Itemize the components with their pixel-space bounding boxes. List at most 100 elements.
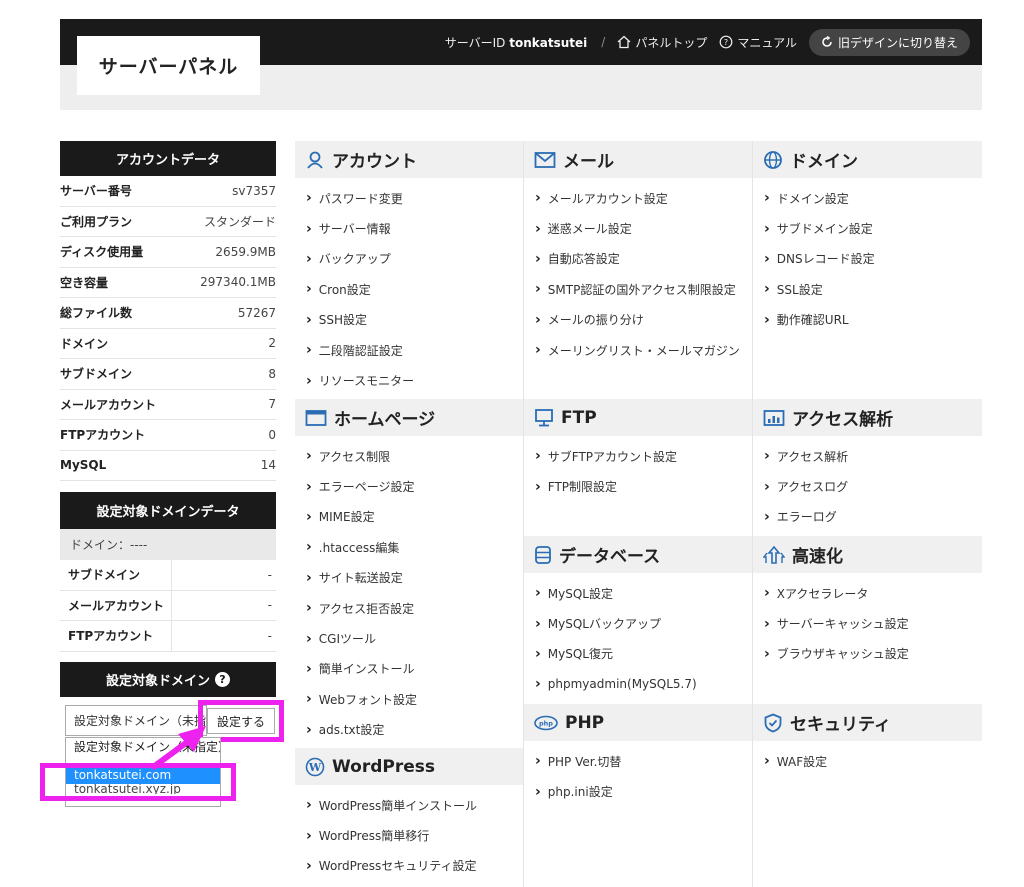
svg-text:php: php bbox=[539, 719, 553, 727]
menu-link[interactable]: ドメイン設定 bbox=[753, 183, 982, 213]
menu-link[interactable]: SMTP認証の国外アクセス制限設定 bbox=[524, 274, 752, 304]
menu-link[interactable]: phpmyadmin(MySQL5.7) bbox=[524, 669, 752, 699]
menu-link[interactable]: リソースモニター bbox=[295, 365, 523, 395]
menu-link[interactable]: MIME設定 bbox=[295, 502, 523, 532]
svg-text:W: W bbox=[308, 761, 322, 774]
section-title: WordPress bbox=[332, 756, 435, 777]
menu-link[interactable]: MySQL設定 bbox=[524, 578, 752, 608]
menu-link[interactable]: サーバーキャッシュ設定 bbox=[753, 608, 982, 638]
menu-link[interactable]: Webフォント設定 bbox=[295, 684, 523, 714]
menu-grid: アカウント パスワード変更サーバー情報バックアップCron設定SSH設定二段階認… bbox=[295, 141, 982, 887]
menu-link[interactable]: WordPress簡単インストール bbox=[295, 790, 523, 820]
domain-data-row: サブドメイン - bbox=[60, 560, 276, 591]
menu-link[interactable]: SSH設定 bbox=[295, 305, 523, 335]
shield-icon bbox=[764, 713, 782, 732]
switch-design-button[interactable]: 旧デザインに切り替え bbox=[808, 28, 970, 56]
menu-link[interactable]: WAF設定 bbox=[753, 746, 982, 776]
menu-link[interactable]: Cron設定 bbox=[295, 274, 523, 304]
menu-link[interactable]: サーバー情報 bbox=[295, 213, 523, 243]
panel-top-link[interactable]: パネルトップ bbox=[617, 34, 707, 51]
menu-link[interactable]: DNSレコード設定 bbox=[753, 244, 982, 274]
account-row: MySQL 14 bbox=[60, 451, 276, 481]
server-id-value: tonkatsutei bbox=[509, 35, 588, 50]
account-row-label: メールアカウント bbox=[60, 397, 157, 412]
section-header: アカウント bbox=[295, 141, 523, 178]
account-row-label: FTPアカウント bbox=[60, 428, 146, 443]
window-icon bbox=[305, 409, 327, 426]
menu-link[interactable]: エラーページ設定 bbox=[295, 471, 523, 501]
menu-link[interactable]: メールの振り分け bbox=[524, 305, 752, 335]
account-row-value: スタンダード bbox=[203, 214, 276, 229]
menu-link[interactable]: ads.txt設定 bbox=[295, 715, 523, 745]
set-domain-button[interactable]: 設定する bbox=[207, 708, 275, 734]
menu-link[interactable]: アクセスログ bbox=[753, 471, 982, 501]
menu-link[interactable]: メールアカウント設定 bbox=[524, 183, 752, 213]
menu-link[interactable]: MySQL復元 bbox=[524, 639, 752, 669]
monitor-icon bbox=[535, 408, 553, 426]
section-header: FTP bbox=[524, 399, 752, 436]
account-row: 総ファイル数 57267 bbox=[60, 298, 276, 329]
manual-label: マニュアル bbox=[737, 35, 797, 50]
dropdown-option[interactable]: 設定対象ドメイン（未指定） bbox=[66, 738, 220, 756]
section-header: W WordPress bbox=[295, 748, 523, 785]
bar-chart-icon bbox=[763, 409, 785, 426]
menu-link[interactable]: WordPress簡単移行 bbox=[295, 820, 523, 850]
home-icon bbox=[617, 35, 631, 49]
envelope-icon bbox=[534, 151, 556, 168]
svg-text:?: ? bbox=[724, 38, 728, 47]
menu-link[interactable]: 迷惑メール設定 bbox=[524, 213, 752, 243]
menu-link[interactable]: サイト転送設定 bbox=[295, 563, 523, 593]
menu-link[interactable]: メーリングリスト・メールマガジン bbox=[524, 335, 752, 365]
menu-link[interactable]: 二段階認証設定 bbox=[295, 335, 523, 365]
account-row: ドメイン 2 bbox=[60, 329, 276, 359]
menu-link[interactable]: CGIツール bbox=[295, 623, 523, 653]
domain-data-title: 設定対象ドメインデータ bbox=[60, 492, 276, 529]
section-header: アクセス解析 bbox=[753, 399, 982, 436]
menu-link[interactable]: SSL設定 bbox=[753, 274, 982, 304]
help-icon[interactable]: ? bbox=[215, 672, 230, 687]
menu-link[interactable]: 動作確認URL bbox=[753, 305, 982, 335]
menu-link[interactable]: アクセス拒否設定 bbox=[295, 593, 523, 623]
account-row-value: 2659.9MB bbox=[215, 244, 276, 259]
account-row-label: サーバー番号 bbox=[60, 184, 132, 199]
section-database: データベース MySQL設定MySQLバックアップMySQL復元phpmyadm… bbox=[524, 536, 752, 700]
section-items: アクセス解析アクセスログエラーログ bbox=[753, 436, 982, 532]
menu-link[interactable]: バックアップ bbox=[295, 244, 523, 274]
section-header: データベース bbox=[524, 536, 752, 573]
section-items: ドメイン設定サブドメイン設定DNSレコード設定SSL設定動作確認URL bbox=[753, 178, 982, 335]
domain-select[interactable]: 設定対象ドメイン（未指定） bbox=[65, 705, 207, 736]
menu-link[interactable]: MySQLバックアップ bbox=[524, 608, 752, 638]
menu-link[interactable]: 簡単インストール bbox=[295, 654, 523, 684]
menu-link[interactable]: 自動応答設定 bbox=[524, 244, 752, 274]
menu-link[interactable]: FTP制限設定 bbox=[524, 471, 752, 501]
section-title: PHP bbox=[565, 712, 605, 733]
account-row-value: 8 bbox=[268, 366, 276, 381]
globe-icon bbox=[764, 150, 782, 169]
menu-link[interactable]: .htaccess編集 bbox=[295, 532, 523, 562]
menu-link[interactable]: アクセス制限 bbox=[295, 441, 523, 471]
manual-link[interactable]: ? マニュアル bbox=[719, 34, 797, 51]
menu-link[interactable]: パスワード変更 bbox=[295, 183, 523, 213]
section-header: ホームページ bbox=[295, 399, 523, 436]
menu-link[interactable]: php.ini設定 bbox=[524, 776, 752, 806]
account-row-label: サブドメイン bbox=[60, 367, 133, 382]
menu-link[interactable]: ブラウザキャッシュ設定 bbox=[753, 639, 982, 669]
account-row-label: ディスク使用量 bbox=[60, 245, 144, 260]
account-data-list: サーバー番号 sv7357 ご利用プラン スタンダード ディスク使用量 2659.9MB 空… bbox=[60, 176, 276, 481]
menu-link[interactable]: サブFTPアカウント設定 bbox=[524, 441, 752, 471]
section-ftp: FTP サブFTPアカウント設定FTP制限設定 bbox=[524, 399, 752, 502]
refresh-icon bbox=[822, 36, 832, 47]
menu-link[interactable]: サブドメイン設定 bbox=[753, 213, 982, 243]
menu-link[interactable]: アクセス解析 bbox=[753, 441, 982, 471]
section-items: サブFTPアカウント設定FTP制限設定 bbox=[524, 436, 752, 502]
target-domain-title-text: 設定対象ドメイン bbox=[105, 674, 210, 689]
menu-link[interactable]: Xアクセラレータ bbox=[753, 578, 982, 608]
menu-link[interactable]: エラーログ bbox=[753, 502, 982, 532]
switch-design-label: 旧デザインに切り替え bbox=[837, 35, 958, 50]
account-row-value: 7 bbox=[268, 397, 276, 412]
account-row-label: MySQL bbox=[60, 458, 107, 473]
section-speed: 高速化 Xアクセラレータサーバーキャッシュ設定ブラウザキャッシュ設定 bbox=[753, 536, 982, 669]
section-analytics: アクセス解析 アクセス解析アクセスログエラーログ bbox=[753, 399, 982, 532]
menu-link[interactable]: WordPressセキュリティ設定 bbox=[295, 851, 523, 881]
menu-link[interactable]: PHP Ver.切替 bbox=[524, 746, 752, 776]
